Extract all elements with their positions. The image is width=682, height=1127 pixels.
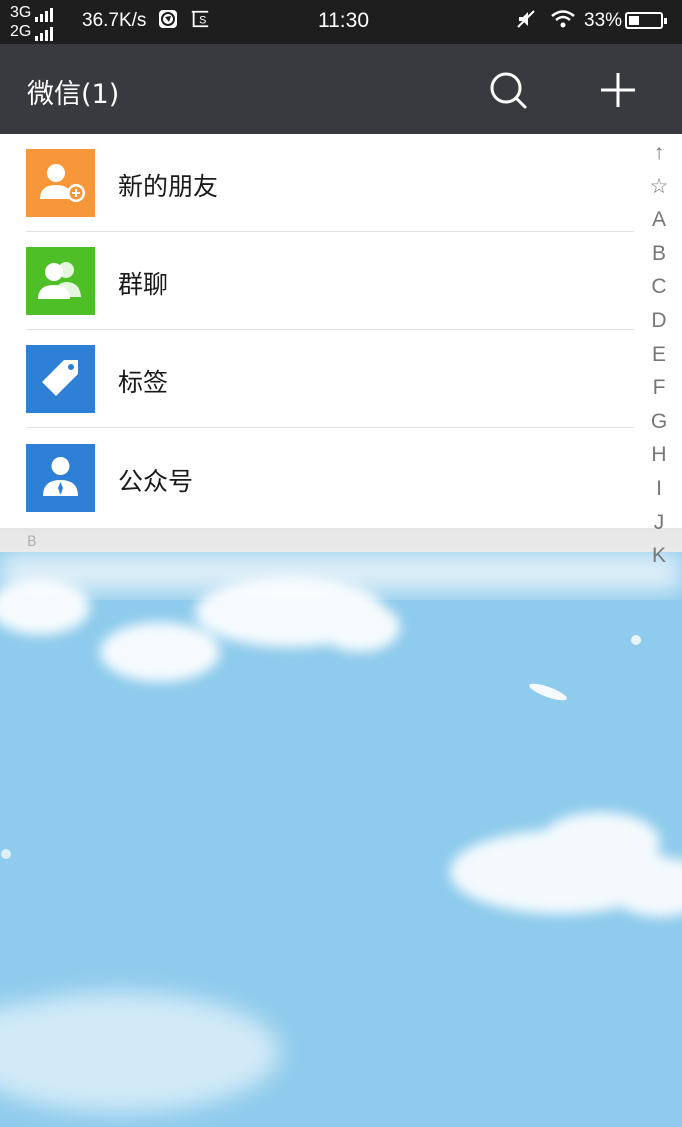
divider (26, 427, 634, 428)
signal-bars-icon (35, 27, 54, 41)
search-icon[interactable] (486, 68, 530, 112)
index-letter[interactable]: H (646, 438, 672, 472)
list-item-label: 新的朋友 (118, 172, 219, 201)
index-letter[interactable]: I (646, 472, 672, 506)
status-bar: 3G 2G 36.7K/s S 11:30 33% (0, 0, 682, 44)
add-friend-icon (26, 149, 95, 217)
list-item-label: 标签 (118, 368, 169, 397)
index-letter[interactable]: ↑ (646, 136, 672, 170)
tag-icon (26, 345, 95, 413)
wifi-icon (551, 10, 575, 28)
alphabet-index-bar[interactable]: ↑ ☆ A B C D E F G H I J K (646, 136, 672, 573)
section-header: B (0, 528, 682, 552)
list-item-group-chats[interactable]: 群聊 (0, 232, 640, 330)
index-letter[interactable]: E (646, 338, 672, 372)
contacts-menu-list: 新的朋友 群聊 标签 公众号 (0, 134, 682, 528)
network-type-2: 2G (10, 23, 32, 40)
sky-wallpaper (0, 552, 682, 1127)
list-item-label: 群聊 (118, 270, 169, 299)
index-letter[interactable]: ☆ (646, 170, 672, 204)
add-icon[interactable] (596, 68, 640, 112)
battery-icon (625, 12, 667, 29)
index-letter[interactable]: G (646, 405, 672, 439)
clock: 11:30 (318, 9, 369, 32)
section-header-letter: B (27, 534, 37, 550)
index-letter[interactable]: F (646, 371, 672, 405)
index-letter[interactable]: B (646, 237, 672, 271)
svg-text:S: S (199, 15, 206, 27)
list-item-official-accounts[interactable]: 公众号 (0, 429, 640, 527)
battery-percentage: 33% (584, 10, 623, 31)
index-letter[interactable]: D (646, 304, 672, 338)
signal-bars-icon (35, 8, 54, 22)
group-chat-icon (26, 247, 95, 315)
network-indicators: 3G 2G (10, 3, 54, 41)
index-letter[interactable]: K (646, 539, 672, 573)
list-item-label: 公众号 (118, 467, 194, 496)
mute-icon (517, 10, 535, 28)
page-title: 微信(1) (27, 79, 120, 110)
official-account-icon (26, 444, 95, 512)
app-header: 微信(1) (0, 44, 682, 134)
battery-level (629, 16, 639, 25)
screenshot-icon: S (191, 10, 209, 28)
list-item-tags[interactable]: 标签 (0, 330, 640, 428)
index-letter[interactable]: J (646, 506, 672, 540)
index-letter[interactable]: C (646, 270, 672, 304)
network-type-1: 3G (10, 4, 32, 21)
index-letter[interactable]: A (646, 203, 672, 237)
browser-icon (159, 10, 177, 28)
list-item-new-friends[interactable]: 新的朋友 (0, 134, 640, 232)
network-speed: 36.7K/s (82, 10, 147, 31)
